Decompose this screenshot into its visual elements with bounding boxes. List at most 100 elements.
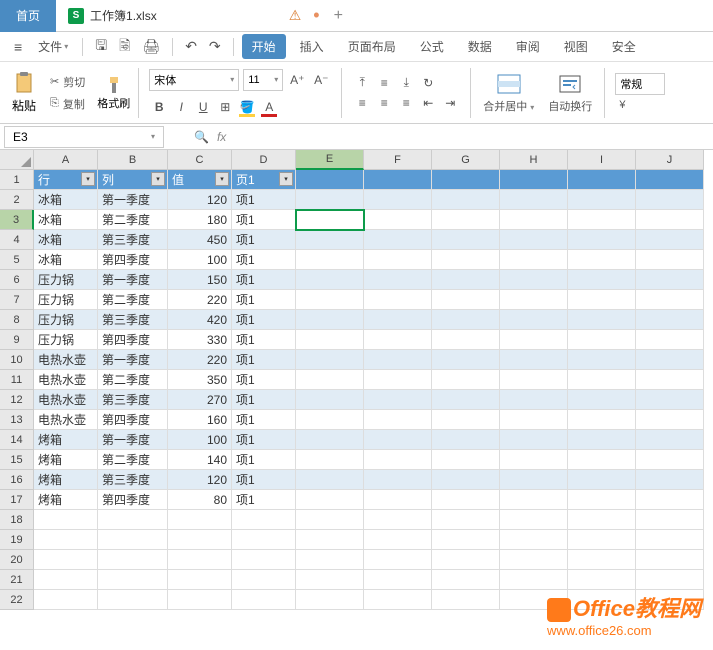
- align-middle-icon[interactable]: ≡: [374, 74, 394, 92]
- cell[interactable]: [296, 310, 364, 330]
- cell[interactable]: [296, 210, 364, 230]
- format-brush-button[interactable]: 格式刷: [95, 73, 132, 113]
- filter-button[interactable]: ▾: [279, 172, 293, 186]
- cell[interactable]: 160: [168, 410, 232, 430]
- row-header[interactable]: 8: [0, 310, 34, 330]
- cell[interactable]: [500, 210, 568, 230]
- column-header-I[interactable]: I: [568, 150, 636, 170]
- row-header[interactable]: 17: [0, 490, 34, 510]
- cell[interactable]: [500, 170, 568, 190]
- column-header-F[interactable]: F: [364, 150, 432, 170]
- cell[interactable]: [296, 270, 364, 290]
- cell[interactable]: [432, 490, 500, 510]
- cell[interactable]: [364, 590, 432, 610]
- cell[interactable]: 行▾: [34, 170, 98, 190]
- tab-security[interactable]: 安全: [602, 34, 646, 59]
- cell[interactable]: [500, 230, 568, 250]
- align-top-icon[interactable]: ⤒: [352, 74, 372, 92]
- decrease-font-icon[interactable]: A⁻: [311, 70, 331, 90]
- tab-layout[interactable]: 页面布局: [338, 34, 406, 59]
- row-header[interactable]: 5: [0, 250, 34, 270]
- cell[interactable]: 项1: [232, 190, 296, 210]
- cell[interactable]: 第三季度: [98, 310, 168, 330]
- cell[interactable]: [296, 550, 364, 570]
- copy-button[interactable]: ⎘ 复制: [46, 94, 89, 114]
- cell[interactable]: 100: [168, 430, 232, 450]
- tab-start[interactable]: 开始: [242, 34, 286, 59]
- cell[interactable]: 第四季度: [98, 330, 168, 350]
- cell[interactable]: [364, 210, 432, 230]
- cell[interactable]: [364, 250, 432, 270]
- currency-button[interactable]: ¥: [615, 97, 665, 113]
- cut-button[interactable]: ✂ 剪切: [46, 72, 89, 92]
- cell[interactable]: [500, 530, 568, 550]
- cell[interactable]: [296, 570, 364, 590]
- cell[interactable]: [568, 330, 636, 350]
- cell[interactable]: [432, 550, 500, 570]
- cell[interactable]: [296, 170, 364, 190]
- cell[interactable]: [432, 390, 500, 410]
- cell[interactable]: [98, 590, 168, 610]
- filter-button[interactable]: ▾: [81, 172, 95, 186]
- cell[interactable]: [636, 330, 704, 350]
- paste-button[interactable]: 粘贴: [8, 69, 40, 116]
- select-all-corner[interactable]: [0, 150, 34, 170]
- cell[interactable]: [34, 590, 98, 610]
- cell[interactable]: [364, 170, 432, 190]
- cell[interactable]: [168, 570, 232, 590]
- cell[interactable]: [34, 510, 98, 530]
- cell[interactable]: [364, 330, 432, 350]
- cell[interactable]: 第二季度: [98, 210, 168, 230]
- cell[interactable]: 220: [168, 290, 232, 310]
- increase-font-icon[interactable]: A⁺: [287, 70, 307, 90]
- cell[interactable]: [500, 490, 568, 510]
- tab-formula[interactable]: 公式: [410, 34, 454, 59]
- cell[interactable]: [296, 430, 364, 450]
- cell[interactable]: 压力锅: [34, 310, 98, 330]
- cell[interactable]: 第四季度: [98, 410, 168, 430]
- cell[interactable]: [364, 190, 432, 210]
- cell[interactable]: [232, 550, 296, 570]
- new-tab-button[interactable]: +: [334, 7, 343, 25]
- cell[interactable]: [432, 330, 500, 350]
- cell[interactable]: 80: [168, 490, 232, 510]
- row-header[interactable]: 19: [0, 530, 34, 550]
- cell[interactable]: [568, 490, 636, 510]
- cell[interactable]: 150: [168, 270, 232, 290]
- cell[interactable]: [500, 550, 568, 570]
- cell[interactable]: [296, 530, 364, 550]
- bold-button[interactable]: B: [149, 97, 169, 117]
- cell[interactable]: [636, 390, 704, 410]
- row-header[interactable]: 7: [0, 290, 34, 310]
- indent-left-icon[interactable]: ⇤: [418, 94, 438, 112]
- cell[interactable]: [500, 350, 568, 370]
- cell[interactable]: [232, 510, 296, 530]
- cell[interactable]: 450: [168, 230, 232, 250]
- warning-icon[interactable]: ⚠: [289, 7, 302, 24]
- font-name-select[interactable]: 宋体 ▾: [149, 69, 239, 91]
- cell[interactable]: [364, 470, 432, 490]
- cell[interactable]: 项1: [232, 250, 296, 270]
- cell[interactable]: 页1▾: [232, 170, 296, 190]
- cell[interactable]: [500, 570, 568, 590]
- cell[interactable]: [636, 250, 704, 270]
- print-icon[interactable]: 🖨: [138, 35, 164, 58]
- row-header[interactable]: 4: [0, 230, 34, 250]
- cell[interactable]: 第三季度: [98, 230, 168, 250]
- cell[interactable]: 电热水壶: [34, 410, 98, 430]
- cell[interactable]: [432, 430, 500, 450]
- print-preview-icon[interactable]: 🗟: [115, 32, 134, 62]
- cell[interactable]: [364, 570, 432, 590]
- cell[interactable]: [432, 250, 500, 270]
- cell[interactable]: [636, 370, 704, 390]
- cell[interactable]: 项1: [232, 350, 296, 370]
- cell[interactable]: 项1: [232, 270, 296, 290]
- undo-icon[interactable]: ↶: [181, 35, 201, 58]
- cell-reference-input[interactable]: E3 ▾: [4, 126, 164, 148]
- font-color-button[interactable]: A: [259, 97, 279, 117]
- cell[interactable]: [432, 410, 500, 430]
- home-tab[interactable]: 首页: [0, 0, 56, 32]
- cell[interactable]: [296, 450, 364, 470]
- cell[interactable]: [636, 570, 704, 590]
- cell[interactable]: 100: [168, 250, 232, 270]
